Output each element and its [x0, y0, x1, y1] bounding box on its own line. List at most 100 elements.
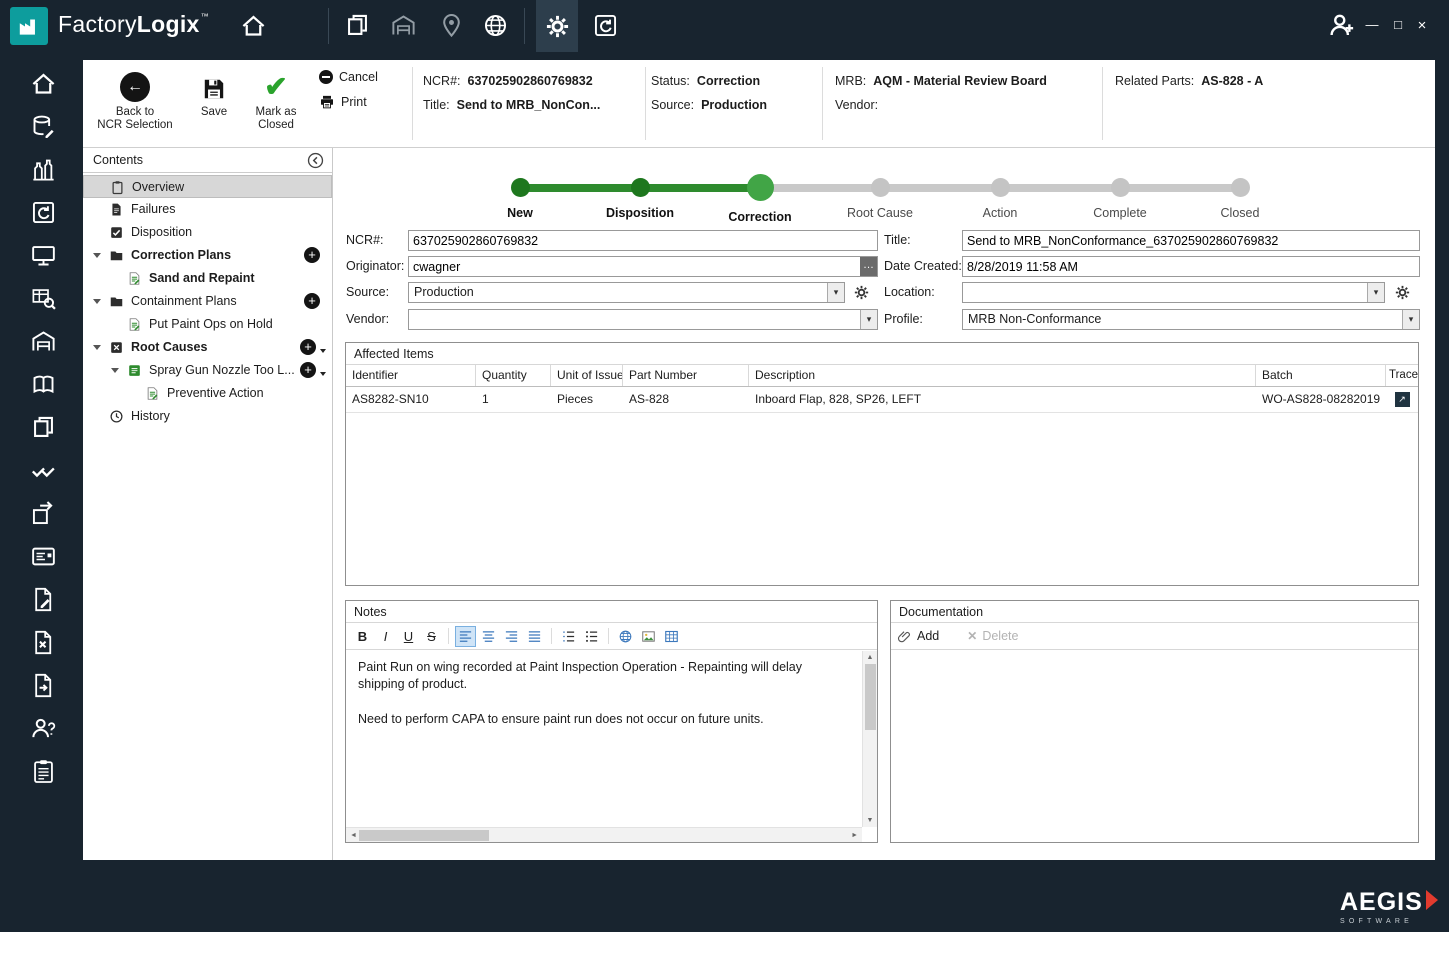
factory-logo-icon[interactable] [10, 7, 48, 45]
bullet-list-button[interactable] [581, 626, 602, 647]
strikethrough-button[interactable]: S [421, 626, 442, 647]
originator-input[interactable] [408, 256, 878, 277]
mark-as-closed-button[interactable]: ✔ Mark asClosed [243, 66, 309, 132]
insert-table-button[interactable] [661, 626, 682, 647]
add-root-cause-button[interactable]: + [300, 339, 316, 355]
source-settings-gear-icon[interactable] [853, 284, 870, 301]
date-created-input[interactable] [962, 256, 1420, 277]
vendor-select[interactable]: ▾ [408, 309, 878, 330]
add-correction-plan-button[interactable]: + [304, 247, 320, 263]
tree-item-spray-gun-nozzle[interactable]: Spray Gun Nozzle Too L... + [83, 359, 332, 382]
add-root-cause-menu-caret[interactable] [320, 349, 326, 353]
numbered-list-button[interactable] [558, 626, 579, 647]
tree-item-disposition[interactable]: Disposition [83, 221, 332, 244]
documents-icon[interactable] [344, 12, 371, 39]
tree-item-history[interactable]: History [83, 405, 332, 428]
history-panel-icon[interactable] [592, 12, 619, 39]
minimize-button[interactable]: — [1362, 17, 1382, 32]
scroll-up-icon[interactable]: ▲ [863, 654, 877, 661]
maximize-button[interactable]: □ [1388, 17, 1408, 32]
affected-item-row[interactable]: AS8282-SN10 1 Pieces AS-828 Inboard Flap… [346, 387, 1418, 413]
sidebar-book-icon[interactable] [30, 371, 57, 398]
close-button[interactable]: × [1412, 17, 1432, 34]
align-center-button[interactable] [478, 626, 499, 647]
insert-image-button[interactable] [638, 626, 659, 647]
sidebar-warehouse-icon[interactable] [30, 328, 57, 355]
tree-item-correction-plans[interactable]: Correction Plans + [83, 244, 332, 267]
scroll-down-icon[interactable]: ▼ [863, 817, 877, 824]
bold-button[interactable]: B [352, 626, 373, 647]
justify-button[interactable] [524, 626, 545, 647]
sidebar-document-reject-icon[interactable] [30, 629, 57, 656]
expander-caret[interactable] [93, 345, 101, 350]
sidebar-monitor-icon[interactable] [30, 242, 57, 269]
sidebar-export-icon[interactable] [30, 500, 57, 527]
originator-lookup-button[interactable]: … [860, 257, 877, 276]
underline-button[interactable]: U [398, 626, 419, 647]
tree-item-sand-and-repaint[interactable]: Sand and Repaint [83, 267, 332, 290]
scroll-right-icon[interactable]: ► [851, 832, 858, 839]
column-header-batch[interactable]: Batch [1256, 365, 1386, 386]
column-header-trace[interactable]: Trace [1386, 365, 1418, 386]
tree-item-containment-plans[interactable]: Containment Plans + [83, 290, 332, 313]
sidebar-home-icon[interactable] [30, 70, 57, 97]
source-select[interactable]: Production ▾ [408, 282, 845, 303]
tree-item-root-causes[interactable]: Root Causes + [83, 336, 332, 359]
align-left-button[interactable] [455, 626, 476, 647]
print-button[interactable]: Print [319, 94, 378, 110]
notes-editor[interactable]: Paint Run on wing recorded at Paint Insp… [346, 651, 862, 827]
add-action-button[interactable]: + [300, 362, 316, 378]
tree-item-overview[interactable]: Overview [83, 175, 332, 198]
sidebar-double-check-icon[interactable] [30, 457, 57, 484]
globe-icon[interactable] [482, 12, 509, 39]
home-icon[interactable] [240, 12, 267, 39]
settings-gear-button[interactable] [536, 0, 578, 52]
sidebar-materials-rack-icon[interactable] [30, 156, 57, 183]
save-button[interactable]: Save [189, 66, 239, 119]
insert-link-button[interactable] [615, 626, 636, 647]
sidebar-id-card-icon[interactable] [30, 543, 57, 570]
cancel-button[interactable]: Cancel [319, 70, 378, 84]
location-pin-icon[interactable] [438, 12, 465, 39]
column-header-identifier[interactable]: Identifier [346, 365, 476, 386]
location-select[interactable]: ▾ [962, 282, 1385, 303]
column-header-part-number[interactable]: Part Number [623, 365, 749, 386]
back-to-ncr-selection-button[interactable]: ← Back toNCR Selection [89, 66, 181, 132]
column-header-description[interactable]: Description [749, 365, 1256, 386]
title-input[interactable] [962, 230, 1420, 251]
trace-icon[interactable]: ↗ [1395, 392, 1410, 407]
column-header-unit-of-issue[interactable]: Unit of Issue [551, 365, 623, 386]
sidebar-box-refresh-icon[interactable] [30, 199, 57, 226]
profile-select[interactable]: MRB Non-Conformance ▾ [962, 309, 1420, 330]
user-add-icon[interactable] [1326, 10, 1356, 40]
sidebar-user-question-icon[interactable] [30, 715, 57, 742]
tree-item-failures[interactable]: Failures [83, 198, 332, 221]
notes-hscrollbar[interactable]: ◄ ► [346, 827, 862, 842]
scroll-left-icon[interactable]: ◄ [350, 832, 357, 839]
expander-caret[interactable] [111, 368, 119, 373]
column-header-quantity[interactable]: Quantity [476, 365, 551, 386]
sidebar-table-search-icon[interactable] [30, 285, 57, 312]
expander-caret[interactable] [93, 253, 101, 258]
sidebar-database-edit-icon[interactable] [30, 113, 57, 140]
scrollbar-thumb[interactable] [865, 664, 876, 730]
tree-item-preventive-action[interactable]: Preventive Action [83, 382, 332, 405]
add-containment-plan-button[interactable]: + [304, 293, 320, 309]
sidebar-copy-pages-icon[interactable] [30, 414, 57, 441]
sidebar-clipboard-report-icon[interactable] [30, 758, 57, 785]
notes-vscrollbar[interactable]: ▲ ▼ [862, 651, 877, 827]
italic-button[interactable]: I [375, 626, 396, 647]
network-dome-icon[interactable] [390, 12, 417, 39]
collapse-panel-icon[interactable] [306, 151, 325, 170]
delete-attachment-button[interactable]: ✕Delete [967, 629, 1018, 643]
scrollbar-thumb[interactable] [359, 830, 489, 841]
tree-item-put-paint-ops-on-hold[interactable]: Put Paint Ops on Hold [83, 313, 332, 336]
sidebar-document-forward-icon[interactable] [30, 672, 57, 699]
location-settings-gear-icon[interactable] [1394, 284, 1411, 301]
add-action-menu-caret[interactable] [320, 372, 326, 376]
align-right-button[interactable] [501, 626, 522, 647]
sidebar-document-edit-icon[interactable] [30, 586, 57, 613]
ncr-number-input[interactable] [408, 230, 878, 251]
add-attachment-button[interactable]: Add [897, 629, 939, 644]
expander-caret[interactable] [93, 299, 101, 304]
